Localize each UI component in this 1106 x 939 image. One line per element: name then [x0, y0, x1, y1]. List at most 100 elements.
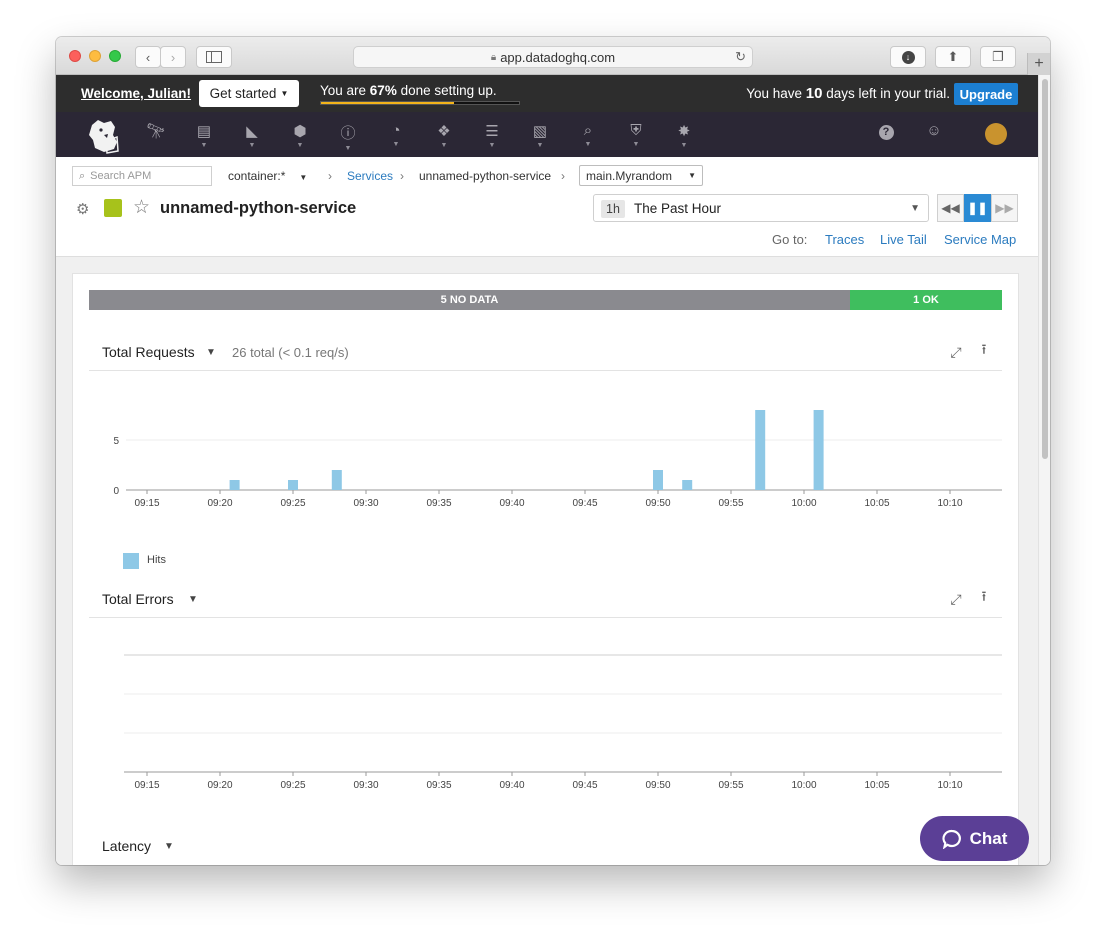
nav-notebook-icon[interactable]: ▧ ▼ — [528, 122, 552, 149]
caret-down-icon: ▼ — [200, 142, 208, 149]
goto-service-map-link[interactable]: Service Map — [944, 232, 1016, 247]
nav-logs-icon[interactable]: ☰ ▼ — [480, 122, 504, 149]
monitors-icon: ⓘ — [340, 125, 356, 142]
search-placeholder: Search APM — [90, 170, 152, 182]
star-icon[interactable]: ☆ — [133, 196, 150, 219]
hits-bar — [813, 410, 824, 490]
nav-apm-icon[interactable]: ◔ ▼ — [384, 122, 408, 148]
resource-selector[interactable]: main.Myrandom ▼ — [579, 165, 703, 186]
caret-down-icon: ▼ — [688, 171, 696, 180]
fast-forward-icon: ▶▶ — [995, 201, 1014, 215]
setup-prefix: You are — [320, 83, 370, 98]
nav-monitors-icon[interactable]: ⓘ ▼ — [336, 122, 360, 152]
nav-notebooks-icon[interactable]: ❖ ▼ — [432, 122, 456, 149]
x-tick-label: 09:45 — [572, 780, 597, 791]
chat-label: Chat — [969, 828, 1008, 848]
x-tick-label: 09:40 — [499, 780, 524, 791]
nav-infrastructure-icon[interactable]: ◣ ▼ — [240, 122, 264, 149]
time-forward-button[interactable]: ▶▶ — [991, 194, 1018, 222]
get-started-button[interactable]: Get started ▼ — [199, 80, 299, 107]
latency-title[interactable]: Latency — [102, 838, 151, 854]
env-selector[interactable]: container:* ▼ — [228, 169, 307, 183]
caret-down-icon[interactable]: ▼ — [206, 347, 216, 358]
expand-icon[interactable]: ⤢ — [948, 344, 964, 360]
goto-live-tail-link[interactable]: Live Tail — [880, 232, 927, 247]
caret-down-icon[interactable]: ▼ — [164, 841, 174, 852]
apm-icon: ◔ — [391, 122, 401, 139]
x-tick-label: 09:35 — [426, 780, 451, 791]
time-back-button[interactable]: ◀◀ — [937, 194, 964, 222]
nav-rum-icon[interactable]: ✸ ▼ — [672, 122, 696, 149]
timeframe-selector[interactable]: 1h The Past Hour ▼ — [593, 194, 929, 222]
goto-traces-link[interactable]: Traces — [825, 232, 864, 247]
datadog-logo[interactable] — [84, 115, 122, 155]
caret-down-icon: ▼ — [280, 89, 289, 98]
y-tick-label: 0 — [113, 486, 119, 497]
service-title: unnamed-python-service — [160, 199, 357, 217]
nav-team-icon[interactable]: ☺ — [922, 122, 946, 148]
nav-help-icon[interactable]: ? — [874, 122, 898, 148]
reload-icon[interactable]: ↻ — [735, 49, 746, 65]
expand-icon[interactable]: ⤢ — [948, 591, 964, 607]
caret-down-icon[interactable]: ▼ — [188, 594, 198, 605]
close-window-button[interactable] — [69, 50, 81, 62]
monitor-no-data-segment[interactable]: 5 NO DATA — [89, 290, 850, 310]
legend-hits-swatch[interactable] — [123, 553, 139, 569]
monitor-status-bar[interactable]: 5 NO DATA 1 OK — [89, 290, 1002, 310]
nav-integrations-icon[interactable]: ⬢ ▼ — [288, 122, 312, 149]
downloads-button[interactable]: ↓ — [890, 46, 926, 68]
graph-divider — [89, 617, 1002, 618]
x-tick-label: 09:35 — [426, 498, 451, 509]
trial-text: You have 10 days left in your trial. — [746, 85, 950, 102]
upgrade-button[interactable]: Upgrade — [954, 83, 1018, 105]
trial-days: 10 — [805, 85, 823, 102]
browser-window: ‹ › 🔒︎ app.datadoghq.com ↻ ↓ ⬆︎ ❐ + Welc… — [56, 37, 1050, 865]
goto-label: Go to: — [772, 232, 808, 247]
sidebar-icon — [206, 51, 222, 63]
forward-button[interactable]: › — [160, 46, 186, 68]
x-tick-label: 10:05 — [864, 498, 889, 509]
back-button[interactable]: ‹ — [135, 46, 161, 68]
search-apm-input[interactable]: ⌕ Search APM — [72, 166, 212, 186]
page-scrollbar[interactable] — [1038, 75, 1050, 865]
hits-bar — [755, 410, 766, 490]
nav-dashboards-icon[interactable]: ▤ ▼ — [192, 122, 216, 149]
address-bar[interactable]: 🔒︎ app.datadoghq.com ↻ — [353, 46, 753, 68]
dashboards-icon: ▤ — [196, 123, 212, 140]
main-nav: 🔭︎ ▤ ▼ ◣ ▼ ⬢ ▼ ⓘ ▼ ◔ ▼ ❖ ▼ ☰ ▼ ▧ ▼ ⌕ ▼ ⛨ ▼ ✸ ▼ ? ☺ — [56, 112, 1050, 157]
hits-bar — [288, 480, 298, 490]
breadcrumb-service[interactable]: unnamed-python-service — [419, 169, 551, 183]
breadcrumb-services[interactable]: Services — [347, 169, 393, 183]
plus-icon: + — [1034, 55, 1044, 72]
total-requests-title[interactable]: Total Requests — [102, 344, 195, 360]
new-tab-button[interactable]: + — [1027, 53, 1050, 75]
tabs-overview-button[interactable]: ❐ — [980, 46, 1016, 68]
zoom-window-button[interactable] — [109, 50, 121, 62]
trial-banner: Welcome, Julian! Get started ▼ You are 67… — [56, 75, 1050, 112]
service-settings-icon[interactable]: ⚙ — [76, 200, 89, 218]
welcome-name: Julian! — [147, 86, 192, 101]
x-tick-label: 09:30 — [353, 498, 378, 509]
timeframe-label: The Past Hour — [634, 201, 722, 216]
caret-down-icon: ▼ — [344, 145, 352, 152]
nav-security-icon[interactable]: ⛨ ▼ — [624, 122, 648, 148]
minimize-window-button[interactable] — [89, 50, 101, 62]
scrollbar-thumb[interactable] — [1042, 79, 1048, 459]
export-icon[interactable]: ⭱ — [976, 341, 992, 359]
service-status-badge — [104, 199, 122, 217]
chat-button[interactable]: Chat — [920, 816, 1029, 861]
x-tick-label: 09:20 — [207, 780, 232, 791]
nav-search-icon[interactable]: 🔭︎ — [144, 122, 168, 148]
sidebar-toggle-button[interactable] — [196, 46, 232, 68]
time-pause-button[interactable]: ❚❚ — [964, 194, 991, 222]
caret-down-icon: ▼ — [488, 142, 496, 149]
user-avatar[interactable] — [985, 123, 1007, 145]
hits-bar — [653, 470, 663, 490]
export-icon[interactable]: ⭱ — [976, 588, 992, 606]
x-tick-label: 10:00 — [791, 780, 816, 791]
trial-prefix: You have — [746, 86, 806, 101]
total-errors-title[interactable]: Total Errors — [102, 591, 174, 607]
nav-synthetics-icon[interactable]: ⌕ ▼ — [576, 122, 600, 148]
monitor-ok-segment[interactable]: 1 OK — [850, 290, 1002, 310]
share-button[interactable]: ⬆︎ — [935, 46, 971, 68]
